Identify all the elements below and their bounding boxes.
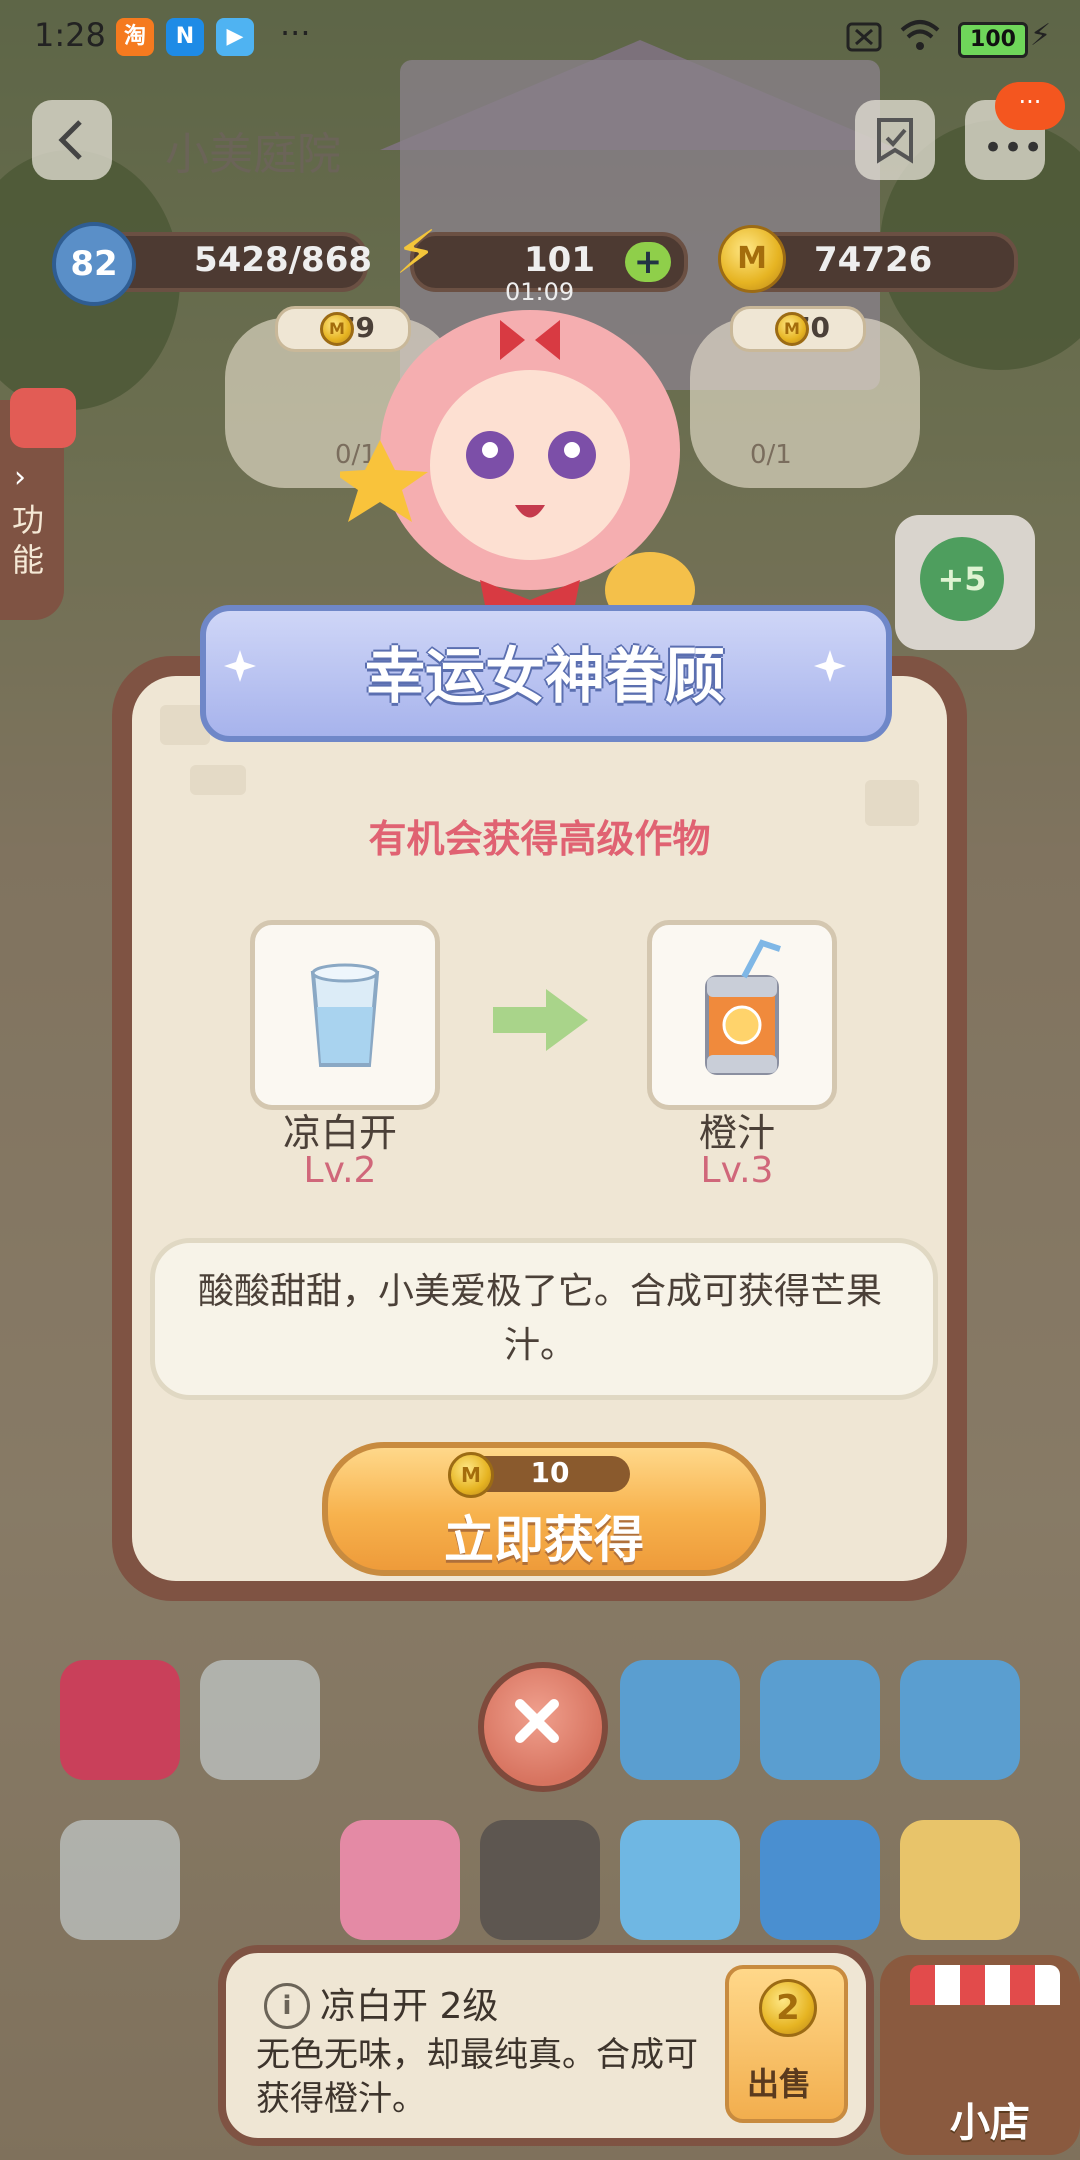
chevron-left-icon	[58, 120, 82, 160]
board-item-glass[interactable]	[200, 1660, 320, 1780]
wifi-icon	[900, 20, 940, 50]
page-title: 小美庭院	[165, 129, 341, 180]
sim-off-icon	[846, 22, 882, 52]
charging-icon: ⚡	[1030, 18, 1052, 53]
battery-level: 100	[970, 27, 1016, 52]
board-item-vending-machine[interactable]	[60, 1660, 180, 1780]
character-illustration	[340, 310, 695, 630]
side-menu-label: 功能	[12, 501, 45, 579]
board-item-necklace[interactable]	[480, 1820, 600, 1940]
order-card-2[interactable]: 70 M 0/1	[690, 306, 920, 488]
lightning-icon: ⚡	[395, 218, 438, 288]
sell-label: 出售	[747, 2065, 812, 2103]
task-button[interactable]	[855, 100, 935, 180]
sell-price: 2	[759, 1979, 817, 2037]
from-item-name: 凉白开	[282, 1111, 397, 1155]
coin-icon: M	[448, 1452, 494, 1498]
coin-value: 74726	[814, 240, 933, 280]
add-energy-button[interactable]: +	[625, 242, 671, 282]
dialog-title: 幸运女神眷顾	[365, 642, 725, 712]
shop-awning	[910, 1965, 1060, 2005]
coin-icon: M	[775, 312, 809, 346]
water-glass-icon	[310, 963, 380, 1067]
get-now-label[interactable]: 立即获得	[322, 1500, 766, 1572]
board-item-sailboat[interactable]	[900, 1820, 1020, 1940]
notification-bubble[interactable]: ···	[995, 82, 1065, 130]
exp-value: 5428/868	[194, 240, 373, 280]
board-item-water-gun[interactable]	[900, 1660, 1020, 1780]
play-app-icon: ▶	[216, 18, 254, 56]
side-reward-card[interactable]: +5	[895, 515, 1035, 650]
coin-icon: M	[718, 225, 786, 293]
shop-button[interactable]: 小店	[880, 1955, 1080, 2155]
taobao-app-icon: 淘	[116, 18, 154, 56]
board-item-water-gun[interactable]	[760, 1660, 880, 1780]
level-badge: 82	[52, 222, 136, 306]
board-item-candy[interactable]	[340, 1820, 460, 1940]
back-button[interactable]	[32, 100, 112, 180]
shop-label: 小店	[950, 2100, 1030, 2146]
gift-icon	[10, 388, 76, 448]
info-icon: i	[264, 1983, 310, 2029]
side-function-menu[interactable]: › 功能	[0, 388, 76, 620]
board-item-swim-ring[interactable]	[620, 1820, 740, 1940]
board-item-jetski[interactable]	[760, 1820, 880, 1940]
info-description: 无色无味，却最纯真。合成可获得橙汁。	[256, 2035, 698, 2119]
board-item-water-gun[interactable]	[620, 1660, 740, 1780]
sell-button[interactable]: 2 出售	[725, 1965, 848, 2123]
from-item-box	[250, 920, 440, 1110]
more-notifications: ···	[280, 14, 311, 52]
battery-icon: 100	[958, 22, 1028, 58]
to-item-level: Lv.3	[700, 1150, 774, 1191]
to-item-box	[647, 920, 837, 1110]
dialog-subtitle: 有机会获得高级作物	[368, 817, 711, 861]
close-button[interactable]	[478, 1662, 608, 1792]
status-time: 1:28	[34, 16, 106, 54]
info-title: 凉白开 2级	[320, 1986, 499, 2027]
item-description: 酸酸甜甜，小美爱极了它。合成可获得芒果汁。	[197, 1271, 882, 1366]
n-app-icon: N	[166, 18, 204, 56]
order-progress: 0/1	[750, 440, 792, 470]
status-bar: 1:28 淘 N ▶ ··· 100 ⚡	[0, 0, 1080, 72]
energy-value: 101	[524, 240, 595, 280]
chevron-right-icon: ›	[14, 460, 26, 495]
bookmark-check-icon	[877, 118, 913, 164]
button-cost: 10	[530, 1456, 570, 1489]
close-icon	[515, 1699, 559, 1743]
to-item-name: 橙汁	[698, 1111, 775, 1155]
side-reward-badge: +5	[920, 537, 1004, 621]
board-item-cup[interactable]	[60, 1820, 180, 1940]
arrow-right-icon	[493, 989, 588, 1051]
from-item-level: Lv.2	[303, 1150, 377, 1191]
more-icon: •••	[983, 128, 1044, 168]
orange-juice-can-icon	[705, 939, 781, 1075]
